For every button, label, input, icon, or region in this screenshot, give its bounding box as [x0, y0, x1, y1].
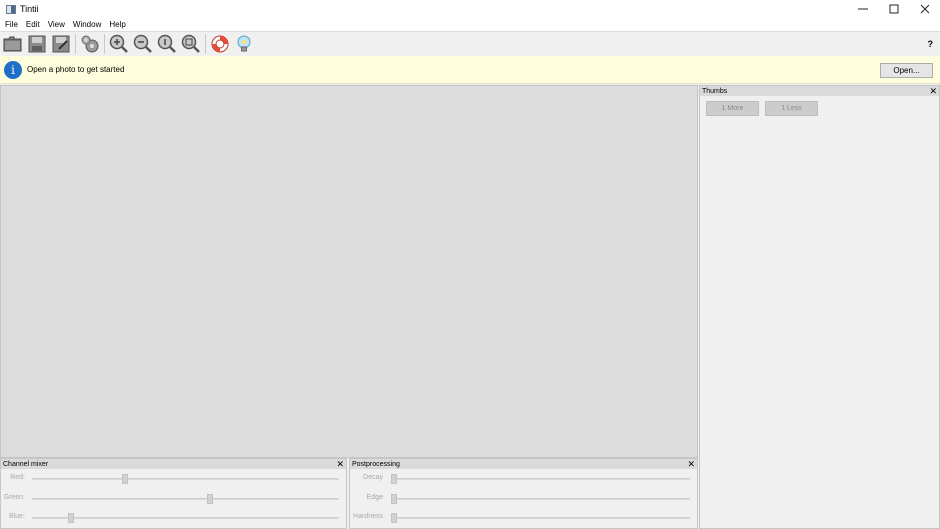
minimize-button[interactable]	[847, 0, 878, 18]
slider-handle[interactable]	[391, 513, 397, 523]
save-button[interactable]	[26, 33, 48, 55]
info-message: Open a photo to get started	[27, 65, 125, 74]
close-icon	[920, 4, 929, 14]
close-window-button[interactable]	[909, 0, 940, 18]
open-button[interactable]	[2, 33, 24, 55]
postprocessing-title: Postprocessing	[352, 460, 400, 468]
slider-handle[interactable]	[206, 493, 213, 504]
slider-track[interactable]	[391, 478, 690, 480]
slider-row: Edge	[350, 489, 697, 509]
slider-handle[interactable]	[122, 474, 129, 484]
zoom-fit-button[interactable]	[180, 33, 202, 55]
window-title: Tintii	[20, 4, 39, 14]
postprocessing-titlebar: Postprocessing ✕	[350, 459, 697, 469]
zoom-fit-icon	[181, 34, 200, 53]
slider-label: Red:	[10, 474, 25, 481]
toolbar-separator	[104, 34, 105, 54]
settings-button[interactable]	[79, 33, 101, 55]
slider-row: Green:	[1, 489, 346, 509]
tip-lightbulb-icon	[237, 35, 251, 52]
tip-button[interactable]	[233, 33, 255, 55]
info-icon: i	[4, 60, 22, 79]
slider-handle[interactable]	[391, 493, 397, 504]
slider-label: Green:	[3, 493, 25, 501]
slider-handle[interactable]	[68, 513, 75, 523]
slider-track[interactable]	[391, 517, 690, 519]
open-icon	[3, 36, 22, 52]
channel-mixer-title: Channel mixer	[3, 460, 49, 468]
slider-label: Edge	[366, 493, 383, 501]
channel-mixer-titlebar: Channel mixer ✕	[1, 459, 346, 469]
one-more-button[interactable]: 1 More	[706, 101, 759, 116]
app-icon	[6, 4, 16, 14]
slider-handle[interactable]	[391, 474, 397, 484]
whats-this-button[interactable]: ?	[928, 39, 934, 49]
save-as-icon	[52, 35, 70, 53]
postprocessing-close-icon[interactable]: ✕	[687, 459, 695, 469]
zoom-100-button[interactable]	[156, 33, 178, 55]
save-icon	[28, 35, 46, 53]
menu-window[interactable]: Window	[73, 20, 101, 29]
slider-row: Red:	[1, 469, 346, 489]
thumbs-title: Thumbs	[702, 87, 728, 95]
info-bar: i Open a photo to get started Open...	[0, 56, 940, 84]
zoom-in-icon	[109, 34, 128, 53]
slider-track[interactable]	[32, 517, 339, 519]
channel-mixer-panel: Channel mixer ✕ Red: Green: Blue:	[0, 458, 347, 529]
thumbs-panel: Thumbs ✕ 1 More 1 Less	[699, 85, 940, 529]
maximize-button[interactable]	[878, 0, 909, 18]
image-canvas[interactable]	[0, 85, 698, 458]
zoom-100-icon	[157, 34, 176, 53]
thumb-buttons: 1 More 1 Less	[700, 96, 939, 116]
menu-help[interactable]: Help	[109, 20, 125, 29]
slider-track[interactable]	[32, 497, 339, 500]
slider-track[interactable]	[391, 497, 690, 500]
zoom-out-icon	[133, 34, 152, 53]
thumbs-titlebar: Thumbs ✕	[700, 86, 939, 96]
minimize-icon	[857, 8, 868, 10]
slider-label: Decay	[363, 474, 383, 481]
settings-icon	[81, 35, 99, 53]
slider-label: Hardness	[353, 513, 383, 520]
zoom-out-button[interactable]	[132, 33, 154, 55]
save-as-button[interactable]	[50, 33, 72, 55]
menu-bar: File Edit View Window Help	[0, 18, 940, 31]
slider-row: Hardness	[350, 508, 697, 528]
toolbar: ?	[0, 31, 940, 56]
open-photo-button[interactable]: Open...	[880, 63, 933, 78]
menu-file[interactable]: File	[5, 20, 18, 29]
maximize-icon	[889, 4, 898, 14]
menu-view[interactable]: View	[48, 20, 65, 29]
slider-track[interactable]	[32, 478, 339, 480]
slider-row: Decay	[350, 469, 697, 489]
slider-label: Blue:	[9, 513, 25, 520]
title-bar: Tintii	[0, 0, 940, 18]
window-controls	[847, 0, 940, 18]
zoom-in-button[interactable]	[108, 33, 130, 55]
thumbs-close-icon[interactable]: ✕	[929, 86, 937, 96]
help-lifebuoy-icon	[211, 35, 229, 53]
one-less-button[interactable]: 1 Less	[765, 101, 818, 116]
help-button[interactable]	[209, 33, 231, 55]
slider-row: Blue:	[1, 508, 346, 528]
toolbar-separator	[205, 34, 206, 54]
menu-edit[interactable]: Edit	[26, 20, 40, 29]
postprocessing-panel: Postprocessing ✕ Decay Edge Hardness	[349, 458, 698, 529]
channel-mixer-close-icon[interactable]: ✕	[336, 459, 344, 469]
toolbar-separator	[75, 34, 76, 54]
